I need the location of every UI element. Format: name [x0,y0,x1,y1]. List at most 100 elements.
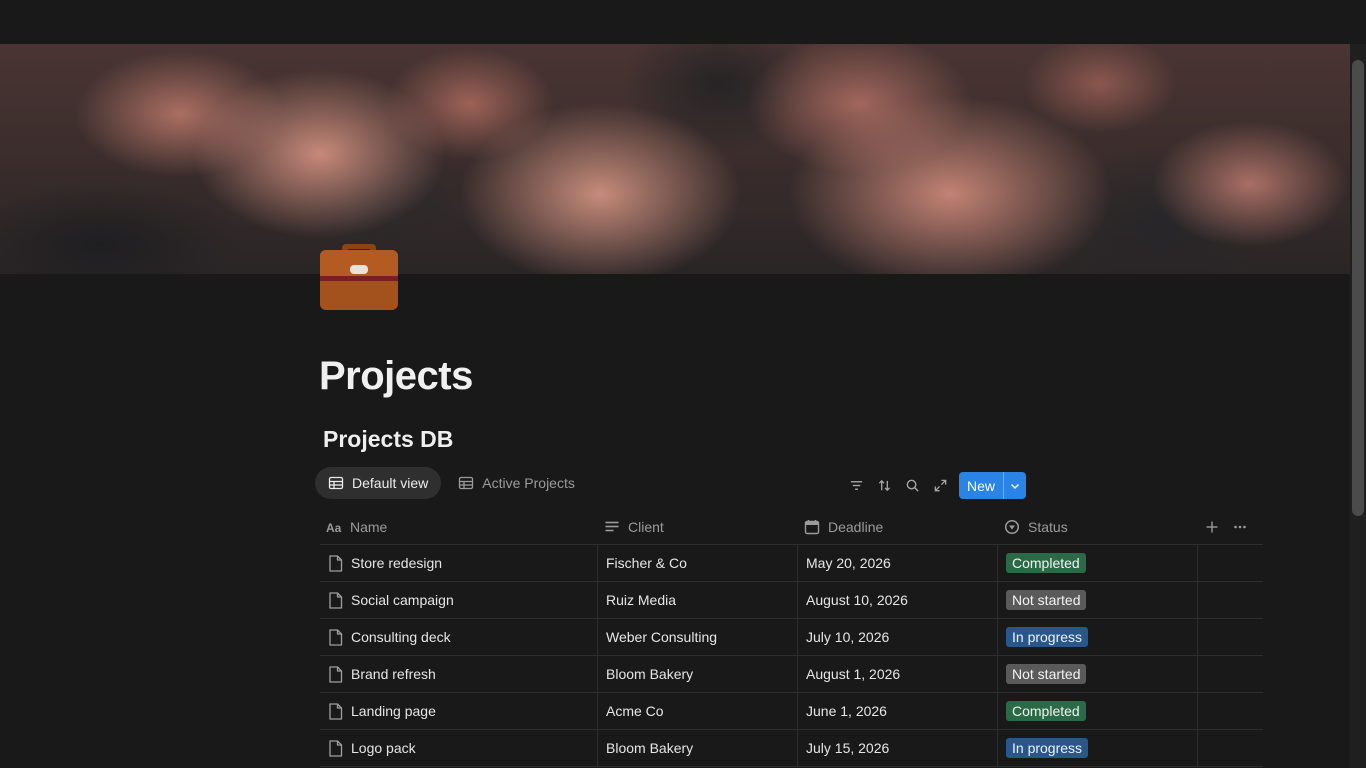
column-header-client[interactable]: Client [598,509,798,544]
client-name: Weber Consulting [606,629,718,645]
search-button[interactable] [898,472,926,499]
column-label: Deadline [828,518,884,535]
cell-name[interactable]: Brand refresh [320,656,598,692]
tab-default-view[interactable]: Default view [315,467,442,499]
table-row[interactable]: Logo pack Bloom Bakery July 15, 2026 In … [320,730,1263,767]
cover-image[interactable] [0,44,1350,274]
page-icon [329,702,343,720]
deadline-date: July 10, 2026 [806,629,890,645]
column-label: Client [628,518,664,535]
briefcase-icon[interactable] [318,230,400,312]
cell-extra [1198,730,1263,766]
project-name: Consulting deck [351,629,451,645]
cell-extra [1198,656,1263,692]
cell-status[interactable]: Completed [998,693,1198,729]
status-badge: Completed [1006,553,1086,573]
chevron-down-icon [1010,483,1020,489]
filter-icon [850,481,862,490]
table-row[interactable]: Store redesign Fischer & Co May 20, 2026… [320,545,1263,582]
table-row[interactable]: Social campaign Ruiz Media August 10, 20… [320,582,1263,619]
text-lines-icon [605,521,619,531]
column-label: Status [1028,518,1068,535]
table-row[interactable]: Brand refresh Bloom Bakery August 1, 202… [320,656,1263,693]
column-label: Name [350,518,388,535]
cell-client[interactable]: Weber Consulting [598,619,798,655]
cell-extra [1198,582,1263,618]
page-icon [329,628,343,646]
cell-deadline[interactable]: July 10, 2026 [798,619,998,655]
calendar-icon [804,519,820,534]
sort-button[interactable] [870,472,898,499]
database-toolbar: New [842,472,1027,499]
database-title[interactable]: Projects DB [323,426,453,453]
table-body: Store redesign Fischer & Co May 20, 2026… [320,545,1263,767]
search-icon [906,479,919,492]
project-name: Logo pack [351,740,416,756]
client-name: Bloom Bakery [606,666,694,682]
client-name: Fischer & Co [606,555,687,571]
new-button[interactable]: New [959,472,1003,499]
new-button-group: New [959,472,1027,499]
cell-name[interactable]: Social campaign [320,582,598,618]
table-icon [328,476,344,490]
add-property-icon[interactable] [1205,520,1219,534]
project-name: Brand refresh [351,666,436,682]
cell-status[interactable]: Not started [998,656,1198,692]
table-header: Aa Name Client Deadline Status [320,509,1263,545]
svg-text:Aa: Aa [326,521,342,535]
cell-name[interactable]: Consulting deck [320,619,598,655]
cell-client[interactable]: Bloom Bakery [598,730,798,766]
cell-status[interactable]: In progress [998,730,1198,766]
cell-client[interactable]: Bloom Bakery [598,656,798,692]
cell-deadline[interactable]: August 10, 2026 [798,582,998,618]
status-badge: Completed [1006,701,1086,721]
page-icon [329,554,343,572]
cell-deadline[interactable]: July 15, 2026 [798,730,998,766]
cell-name[interactable]: Landing page [320,693,598,729]
deadline-date: July 15, 2026 [806,740,890,756]
tab-active-projects[interactable]: Active Projects [445,467,588,499]
table-row[interactable]: Landing page Acme Co June 1, 2026 Comple… [320,693,1263,730]
sort-icon [878,479,890,492]
cell-extra [1198,693,1263,729]
status-badge: Not started [1006,664,1087,684]
filter-button[interactable] [842,472,870,499]
column-header-name[interactable]: Aa Name [320,509,598,544]
cell-name[interactable]: Logo pack [320,730,598,766]
table-row[interactable]: Consulting deck Weber Consulting July 10… [320,619,1263,656]
status-icon [1004,519,1020,534]
expand-button[interactable] [926,472,954,499]
status-badge: Not started [1006,590,1087,610]
status-badge: In progress [1006,738,1089,758]
project-name: Landing page [351,703,436,719]
cell-client[interactable]: Ruiz Media [598,582,798,618]
new-dropdown-button[interactable] [1003,472,1026,499]
cell-deadline[interactable]: May 20, 2026 [798,545,998,581]
page-icon [329,591,343,609]
scrollbar-thumb[interactable] [1352,60,1364,516]
tab-label: Default view [352,475,429,491]
status-badge: In progress [1006,627,1089,647]
cell-deadline[interactable]: June 1, 2026 [798,693,998,729]
page-icon [329,665,343,683]
column-header-deadline[interactable]: Deadline [798,509,998,544]
expand-icon [934,479,946,492]
client-name: Bloom Bakery [606,740,694,756]
page-title[interactable]: Projects [319,354,473,399]
text-type-icon: Aa [326,521,342,535]
project-name: Store redesign [351,555,443,571]
cell-status[interactable]: In progress [998,619,1198,655]
deadline-date: August 10, 2026 [806,592,908,608]
cell-deadline[interactable]: August 1, 2026 [798,656,998,692]
project-name: Social campaign [351,592,454,608]
more-options-icon[interactable] [1233,520,1247,534]
cell-client[interactable]: Fischer & Co [598,545,798,581]
cell-extra [1198,619,1263,655]
cell-client[interactable]: Acme Co [598,693,798,729]
column-header-status[interactable]: Status [998,509,1198,544]
cell-name[interactable]: Store redesign [320,545,598,581]
top-bar [0,0,1366,44]
cell-extra [1198,545,1263,581]
cell-status[interactable]: Not started [998,582,1198,618]
cell-status[interactable]: Completed [998,545,1198,581]
